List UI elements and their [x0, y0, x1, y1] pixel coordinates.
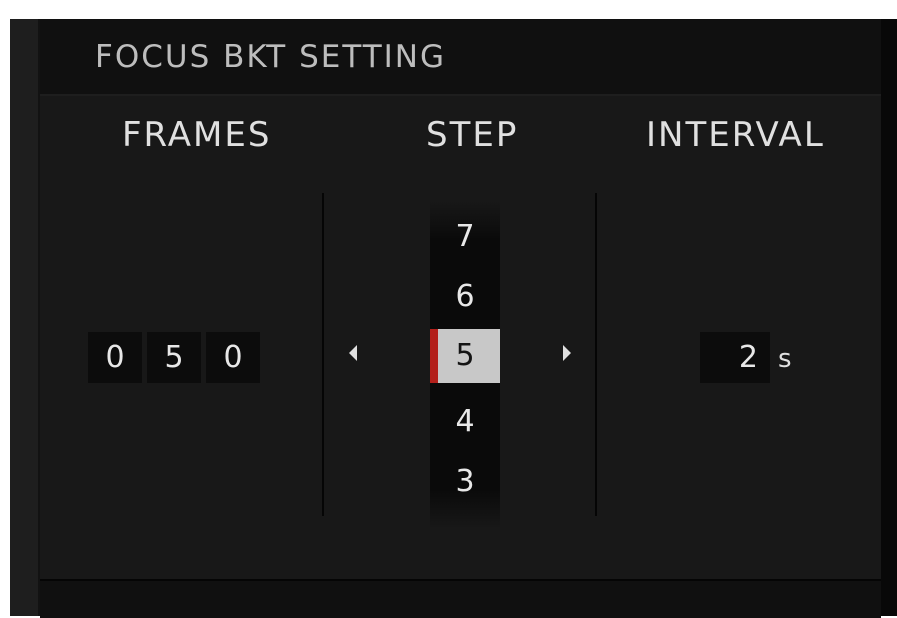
column-divider-right — [595, 193, 597, 516]
interval-heading: INTERVAL — [646, 115, 825, 155]
frames-digit-ones[interactable]: 0 — [206, 332, 260, 383]
camera-screen: FOCUS BKT SETTING FRAMES STEP INTERVAL 0… — [10, 19, 897, 618]
frames-heading: FRAMES — [122, 115, 272, 155]
step-option[interactable]: 4 — [430, 402, 500, 442]
interval-unit: s — [778, 344, 792, 374]
column-divider-left — [322, 193, 324, 516]
arrow-left-icon[interactable] — [349, 345, 357, 361]
bottom-bar — [40, 579, 881, 618]
step-selected-value[interactable]: 5 — [430, 336, 500, 376]
step-option[interactable]: 3 — [430, 462, 500, 502]
page-title: FOCUS BKT SETTING — [95, 39, 447, 75]
frames-digit-hundreds[interactable]: 0 — [88, 332, 142, 383]
frames-digit-tens[interactable]: 5 — [147, 332, 201, 383]
arrow-right-icon[interactable] — [563, 345, 571, 361]
step-option[interactable]: 6 — [430, 277, 500, 317]
title-bar: FOCUS BKT SETTING — [40, 19, 881, 96]
interval-value-field[interactable]: 2 — [700, 332, 770, 383]
step-option[interactable]: 7 — [430, 217, 500, 257]
focus-bracket-panel: FOCUS BKT SETTING FRAMES STEP INTERVAL 0… — [40, 19, 881, 618]
step-heading: STEP — [426, 115, 519, 155]
interval-value: 2 — [738, 340, 758, 375]
left-edge-strip — [10, 19, 40, 616]
